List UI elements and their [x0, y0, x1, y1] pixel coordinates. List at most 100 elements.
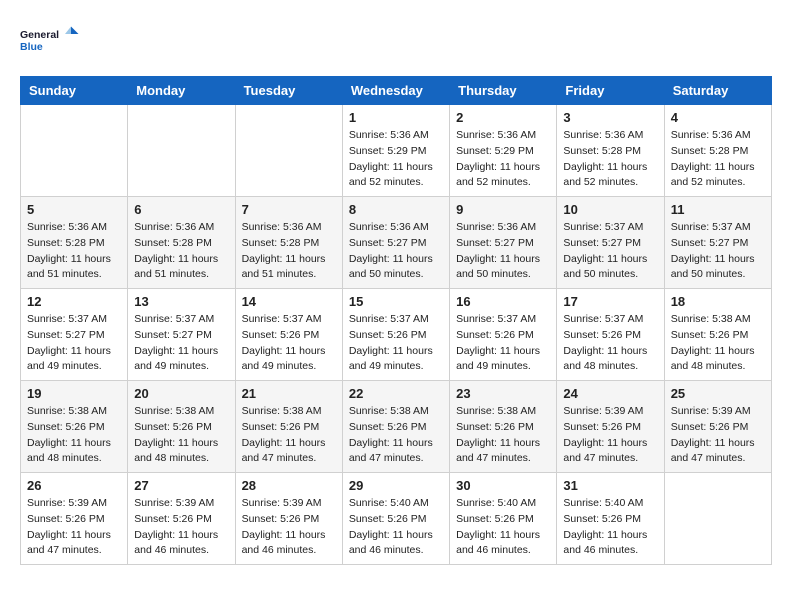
weekday-header-saturday: Saturday [664, 77, 771, 105]
page-header: General Blue [20, 20, 772, 60]
day-info: Sunrise: 5:37 AM Sunset: 5:27 PM Dayligh… [27, 312, 121, 375]
day-number: 11 [671, 202, 765, 217]
day-number: 23 [456, 386, 550, 401]
weekday-header-wednesday: Wednesday [342, 77, 449, 105]
day-number: 7 [242, 202, 336, 217]
logo: General Blue [20, 20, 80, 60]
calendar-cell [235, 105, 342, 197]
calendar-cell: 23 Sunrise: 5:38 AM Sunset: 5:26 PM Dayli… [450, 381, 557, 473]
day-info: Sunrise: 5:36 AM Sunset: 5:28 PM Dayligh… [242, 220, 336, 283]
calendar-cell: 30 Sunrise: 5:40 AM Sunset: 5:26 PM Dayli… [450, 473, 557, 565]
day-info: Sunrise: 5:38 AM Sunset: 5:26 PM Dayligh… [27, 404, 121, 467]
day-number: 22 [349, 386, 443, 401]
day-number: 8 [349, 202, 443, 217]
weekday-header-monday: Monday [128, 77, 235, 105]
calendar-cell: 22Sunrise: 5:38 AM Sunset: 5:26 PM Dayli… [342, 381, 449, 473]
day-info: Sunrise: 5:39 AM Sunset: 5:26 PM Dayligh… [671, 404, 765, 467]
calendar-cell: 7 Sunrise: 5:36 AM Sunset: 5:28 PM Daylig… [235, 197, 342, 289]
day-number: 27 [134, 478, 228, 493]
calendar-cell: 3 Sunrise: 5:36 AM Sunset: 5:28 PM Daylig… [557, 105, 664, 197]
weekday-header-sunday: Sunday [21, 77, 128, 105]
day-info: Sunrise: 5:39 AM Sunset: 5:26 PM Dayligh… [242, 496, 336, 559]
day-info: Sunrise: 5:38 AM Sunset: 5:26 PM Dayligh… [671, 312, 765, 375]
day-number: 19 [27, 386, 121, 401]
day-number: 29 [349, 478, 443, 493]
day-number: 12 [27, 294, 121, 309]
day-number: 5 [27, 202, 121, 217]
day-info: Sunrise: 5:37 AM Sunset: 5:27 PM Dayligh… [563, 220, 657, 283]
calendar-cell: 8 Sunrise: 5:36 AM Sunset: 5:27 PM Daylig… [342, 197, 449, 289]
day-info: Sunrise: 5:39 AM Sunset: 5:26 PM Dayligh… [563, 404, 657, 467]
day-info: Sunrise: 5:38 AM Sunset: 5:26 PM Dayligh… [456, 404, 550, 467]
day-number: 1 [349, 110, 443, 125]
day-number: 16 [456, 294, 550, 309]
day-info: Sunrise: 5:37 AM Sunset: 5:26 PM Dayligh… [456, 312, 550, 375]
calendar-cell: 20Sunrise: 5:38 AM Sunset: 5:26 PM Dayli… [128, 381, 235, 473]
day-info: Sunrise: 5:39 AM Sunset: 5:26 PM Dayligh… [134, 496, 228, 559]
calendar-cell: 25Sunrise: 5:39 AM Sunset: 5:26 PM Dayli… [664, 381, 771, 473]
calendar-cell: 12 Sunrise: 5:37 AM Sunset: 5:27 PM Dayli… [21, 289, 128, 381]
calendar-cell: 6 Sunrise: 5:36 AM Sunset: 5:28 PM Daylig… [128, 197, 235, 289]
day-number: 28 [242, 478, 336, 493]
day-info: Sunrise: 5:37 AM Sunset: 5:26 PM Dayligh… [242, 312, 336, 375]
day-info: Sunrise: 5:36 AM Sunset: 5:27 PM Dayligh… [349, 220, 443, 283]
calendar-cell: 29 Sunrise: 5:40 AM Sunset: 5:26 PM Dayli… [342, 473, 449, 565]
day-info: Sunrise: 5:38 AM Sunset: 5:26 PM Dayligh… [242, 404, 336, 467]
svg-text:General: General [20, 29, 59, 41]
day-number: 30 [456, 478, 550, 493]
calendar-cell: 31Sunrise: 5:40 AM Sunset: 5:26 PM Dayli… [557, 473, 664, 565]
day-number: 10 [563, 202, 657, 217]
calendar-cell: 4 Sunrise: 5:36 AM Sunset: 5:28 PM Daylig… [664, 105, 771, 197]
weekday-header-friday: Friday [557, 77, 664, 105]
day-number: 9 [456, 202, 550, 217]
svg-text:Blue: Blue [20, 41, 43, 53]
day-number: 26 [27, 478, 121, 493]
calendar-cell: 11 Sunrise: 5:37 AM Sunset: 5:27 PM Dayli… [664, 197, 771, 289]
calendar-cell: 10 Sunrise: 5:37 AM Sunset: 5:27 PM Dayli… [557, 197, 664, 289]
calendar-cell: 15 Sunrise: 5:37 AM Sunset: 5:26 PM Dayli… [342, 289, 449, 381]
calendar-cell: 17Sunrise: 5:37 AM Sunset: 5:26 PM Dayli… [557, 289, 664, 381]
calendar-cell: 14 Sunrise: 5:37 AM Sunset: 5:26 PM Dayli… [235, 289, 342, 381]
day-info: Sunrise: 5:37 AM Sunset: 5:27 PM Dayligh… [134, 312, 228, 375]
day-info: Sunrise: 5:36 AM Sunset: 5:28 PM Dayligh… [671, 128, 765, 191]
calendar-cell: 27 Sunrise: 5:39 AM Sunset: 5:26 PM Dayli… [128, 473, 235, 565]
day-info: Sunrise: 5:37 AM Sunset: 5:26 PM Dayligh… [349, 312, 443, 375]
calendar-week-4: 19 Sunrise: 5:38 AM Sunset: 5:26 PM Dayli… [21, 381, 772, 473]
day-number: 20 [134, 386, 228, 401]
day-info: Sunrise: 5:40 AM Sunset: 5:26 PM Dayligh… [456, 496, 550, 559]
calendar-week-2: 5 Sunrise: 5:36 AM Sunset: 5:28 PM Daylig… [21, 197, 772, 289]
day-info: Sunrise: 5:37 AM Sunset: 5:27 PM Dayligh… [671, 220, 765, 283]
day-number: 3 [563, 110, 657, 125]
day-info: Sunrise: 5:36 AM Sunset: 5:27 PM Dayligh… [456, 220, 550, 283]
day-info: Sunrise: 5:40 AM Sunset: 5:26 PM Dayligh… [349, 496, 443, 559]
weekday-header-row: SundayMondayTuesdayWednesdayThursdayFrid… [21, 77, 772, 105]
day-number: 18 [671, 294, 765, 309]
calendar-cell [21, 105, 128, 197]
calendar-cell: 19 Sunrise: 5:38 AM Sunset: 5:26 PM Dayli… [21, 381, 128, 473]
calendar-cell [128, 105, 235, 197]
calendar-cell: 16 Sunrise: 5:37 AM Sunset: 5:26 PM Dayli… [450, 289, 557, 381]
day-info: Sunrise: 5:36 AM Sunset: 5:28 PM Dayligh… [27, 220, 121, 283]
day-number: 4 [671, 110, 765, 125]
day-number: 24 [563, 386, 657, 401]
calendar-cell: 24 Sunrise: 5:39 AM Sunset: 5:26 PM Dayli… [557, 381, 664, 473]
logo-svg: General Blue [20, 20, 80, 60]
day-info: Sunrise: 5:39 AM Sunset: 5:26 PM Dayligh… [27, 496, 121, 559]
weekday-header-tuesday: Tuesday [235, 77, 342, 105]
calendar-week-3: 12 Sunrise: 5:37 AM Sunset: 5:27 PM Dayli… [21, 289, 772, 381]
calendar-cell [664, 473, 771, 565]
day-number: 6 [134, 202, 228, 217]
calendar-cell: 26 Sunrise: 5:39 AM Sunset: 5:26 PM Dayli… [21, 473, 128, 565]
day-number: 15 [349, 294, 443, 309]
day-number: 13 [134, 294, 228, 309]
day-info: Sunrise: 5:36 AM Sunset: 5:29 PM Dayligh… [456, 128, 550, 191]
day-info: Sunrise: 5:36 AM Sunset: 5:28 PM Dayligh… [563, 128, 657, 191]
calendar-cell: 5 Sunrise: 5:36 AM Sunset: 5:28 PM Daylig… [21, 197, 128, 289]
day-number: 14 [242, 294, 336, 309]
day-number: 21 [242, 386, 336, 401]
day-number: 31 [563, 478, 657, 493]
calendar-cell: 21 Sunrise: 5:38 AM Sunset: 5:26 PM Dayli… [235, 381, 342, 473]
day-info: Sunrise: 5:36 AM Sunset: 5:28 PM Dayligh… [134, 220, 228, 283]
weekday-header-thursday: Thursday [450, 77, 557, 105]
calendar-cell: 13 Sunrise: 5:37 AM Sunset: 5:27 PM Dayli… [128, 289, 235, 381]
